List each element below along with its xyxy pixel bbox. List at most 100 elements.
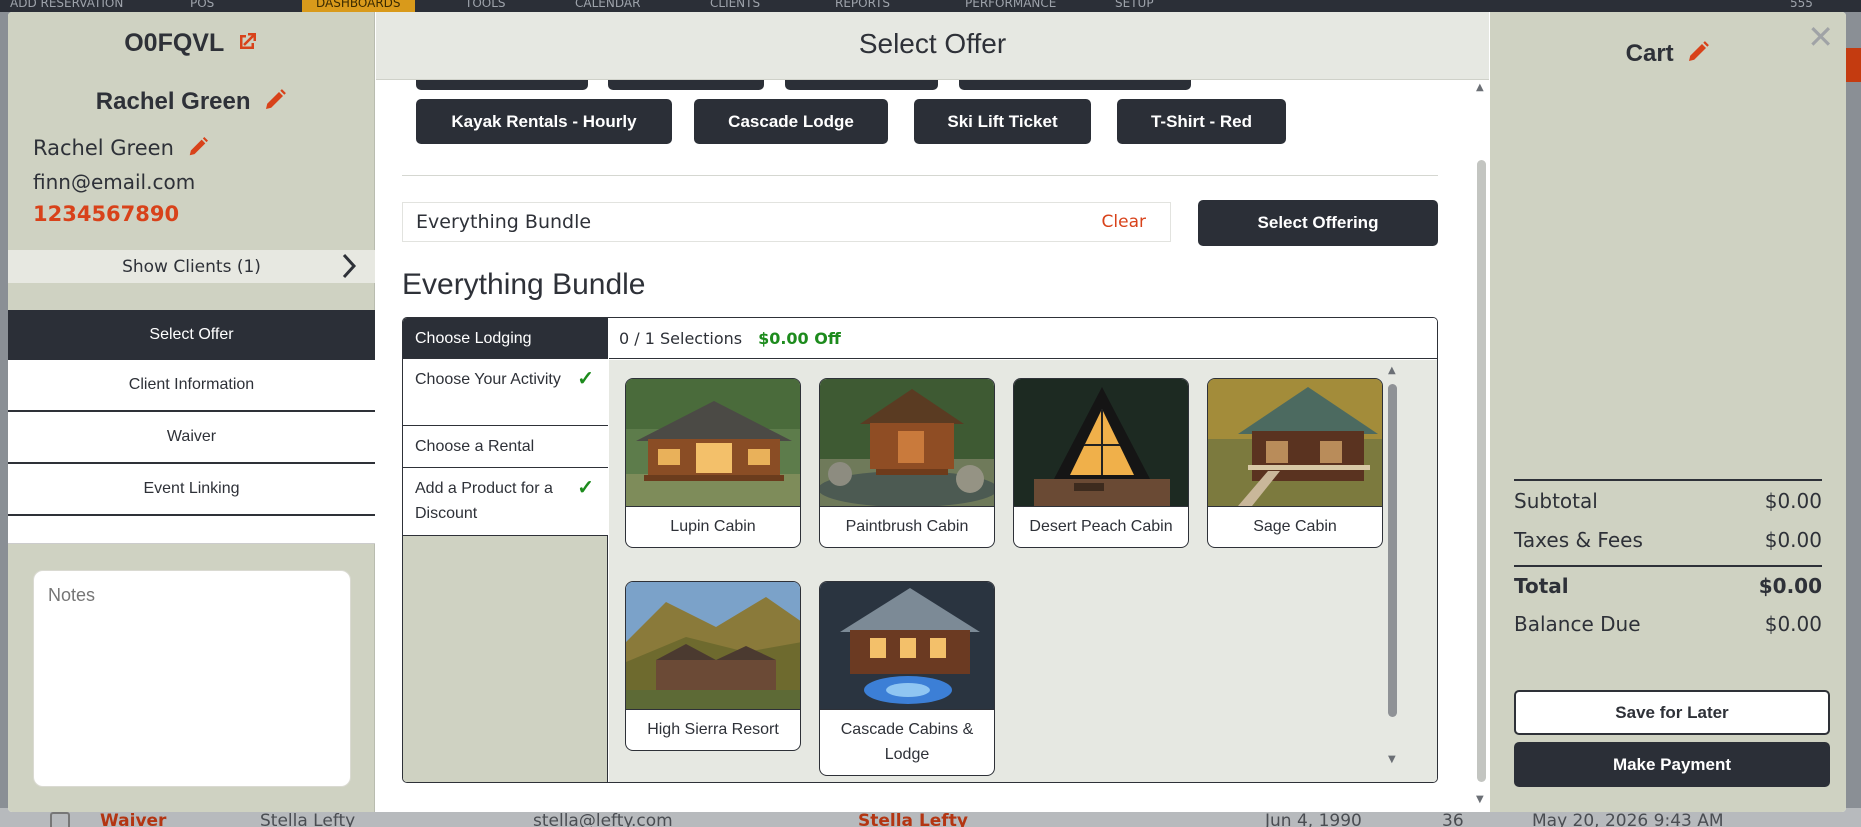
offer-chip-hidden[interactable] [959, 80, 1191, 90]
client-name-row: Rachel Green [33, 136, 209, 160]
grid-scrollbar[interactable] [1388, 384, 1397, 717]
nav-clients[interactable]: CLIENTS [710, 0, 760, 10]
step-choose-activity[interactable]: Choose Your Activity ✓ [403, 359, 608, 426]
row-linked[interactable]: Stella Lefty [858, 811, 968, 827]
step-choose-rental[interactable]: Choose a Rental [403, 426, 608, 468]
nav-setup[interactable]: SETUP [1115, 0, 1154, 10]
menu-select-offer[interactable]: Select Offer [8, 310, 375, 360]
cart-totals: Subtotal $0.00 Taxes & Fees $0.00 Total … [1514, 479, 1822, 643]
desert-peach-cabin-image [1014, 379, 1188, 506]
offer-chip-hidden[interactable] [608, 80, 764, 90]
menu-empty-row [8, 516, 375, 544]
menu-client-information[interactable]: Client Information [8, 360, 375, 412]
close-icon[interactable]: ✕ [1807, 18, 1834, 56]
client-email: finn@email.com [33, 170, 196, 194]
lodging-card-high-sierra[interactable]: High Sierra Resort [625, 581, 801, 751]
reservation-modal: O0FQVL Rachel Green Rachel Green finn@em… [8, 12, 1846, 812]
clear-search-link[interactable]: Clear [1102, 212, 1146, 232]
nav-tools[interactable]: TOOLS [465, 0, 506, 10]
lupin-cabin-image [626, 379, 800, 506]
offer-chip-kayak[interactable]: Kayak Rentals - Hourly [416, 99, 672, 144]
pencil-icon[interactable] [263, 88, 287, 115]
taxes-row: Taxes & Fees $0.00 [1514, 520, 1822, 559]
step-label: Choose a Rental [415, 438, 535, 455]
client-phone[interactable]: 1234567890 [33, 202, 179, 226]
client-display-name: Rachel Green [95, 88, 251, 115]
selection-count: 0 / 1 Selections [619, 328, 743, 348]
row-name: Stella Lefty [260, 811, 356, 827]
nav-reports[interactable]: REPORTS [835, 0, 890, 10]
nav-calendar[interactable]: CALENDAR [575, 0, 640, 10]
make-payment-button[interactable]: Make Payment [1514, 742, 1830, 787]
scroll-up-arrow[interactable]: ▲ [1476, 82, 1484, 93]
step-label: Choose Your Activity [415, 371, 561, 388]
left-panel: O0FQVL Rachel Green Rachel Green finn@em… [8, 12, 375, 812]
lodging-card-label: High Sierra Resort [626, 709, 800, 750]
offer-search-input[interactable] [416, 211, 1056, 233]
total-value: $0.00 [1758, 573, 1822, 598]
bundle-title: Everything Bundle [402, 268, 646, 301]
sage-cabin-image [1208, 379, 1382, 506]
offer-chip-hidden[interactable] [785, 80, 938, 90]
select-offering-button[interactable]: Select Offering [1198, 200, 1438, 246]
grid-scroll-up-arrow[interactable]: ▲ [1388, 365, 1396, 376]
menu-waiver[interactable]: Waiver [8, 412, 375, 464]
lodging-card-sage[interactable]: Sage Cabin [1207, 378, 1383, 548]
scroll-down-arrow[interactable]: ▼ [1476, 794, 1484, 805]
show-clients-label: Show Clients (1) [122, 256, 261, 277]
offer-chip-tshirt[interactable]: T-Shirt - Red [1117, 99, 1286, 144]
external-link-icon[interactable] [235, 30, 259, 57]
menu-event-linking[interactable]: Event Linking [8, 464, 375, 516]
lodging-card-label: Cascade Cabins & Lodge [820, 709, 994, 775]
nav-add-reservation[interactable]: ADD RESERVATION [10, 0, 123, 10]
offer-search-field[interactable]: Clear [402, 202, 1171, 242]
row-age: 36 [1442, 811, 1464, 827]
check-icon: ✓ [577, 477, 594, 499]
discount-amount: $0.00 Off [758, 328, 841, 348]
bundle-selection-summary: 0 / 1 Selections $0.00 Off [609, 318, 1437, 359]
bundle-steps: Choose Lodging Choose Your Activity ✓ Ch… [403, 318, 608, 782]
nav-dashboards[interactable]: DASHBOARDS [302, 0, 415, 12]
grid-scroll-down-arrow[interactable]: ▼ [1388, 754, 1396, 765]
lodging-card-cascade-cabins[interactable]: Cascade Cabins & Lodge [819, 581, 995, 776]
subtotal-label: Subtotal [1514, 488, 1598, 513]
total-label: Total [1514, 573, 1569, 598]
center-scrollbar[interactable] [1477, 160, 1486, 782]
save-for-later-button[interactable]: Save for Later [1514, 690, 1830, 735]
divider [402, 175, 1438, 176]
reservation-code-heading: O0FQVL [8, 29, 375, 58]
row-date: May 20, 2026 9:43 AM [1532, 811, 1724, 827]
step-choose-lodging[interactable]: Choose Lodging [403, 318, 608, 359]
page-title: Select Offer [376, 12, 1489, 80]
background-top-nav: ADD RESERVATION POS DASHBOARDS TOOLS CAL… [0, 0, 1861, 12]
pencil-icon[interactable] [187, 136, 209, 160]
offer-chip-hidden[interactable] [416, 80, 588, 90]
row-checkbox[interactable] [50, 812, 70, 827]
lodging-card-label: Paintbrush Cabin [820, 506, 994, 547]
notes-textarea[interactable] [33, 570, 351, 787]
balance-value: $0.00 [1764, 611, 1822, 636]
nav-performance[interactable]: PERFORMANCE [965, 0, 1056, 10]
pencil-icon[interactable] [1686, 40, 1710, 67]
row-type: Waiver [100, 811, 167, 827]
center-panel: Select Offer Kayak Rentals - Hourly Casc… [376, 12, 1489, 812]
balance-row: Balance Due $0.00 [1514, 604, 1822, 643]
lodging-card-lupin[interactable]: Lupin Cabin [625, 378, 801, 548]
step-add-product[interactable]: Add a Product for a Discount ✓ [403, 468, 608, 536]
lodging-card-label: Sage Cabin [1208, 506, 1382, 547]
lodging-card-paintbrush[interactable]: Paintbrush Cabin [819, 378, 995, 548]
lodging-grid: Lupin Cabin Paintbrush Cabin Desert Peac… [609, 360, 1437, 782]
check-icon: ✓ [577, 368, 594, 390]
offer-chip-ski-lift[interactable]: Ski Lift Ticket [914, 99, 1091, 144]
cart-title: Cart [1625, 40, 1674, 67]
reservation-code: O0FQVL [124, 29, 224, 57]
lodging-card-desert-peach[interactable]: Desert Peach Cabin [1013, 378, 1189, 548]
high-sierra-resort-image [626, 582, 800, 709]
offer-chip-cascade-lodge[interactable]: Cascade Lodge [694, 99, 888, 144]
show-clients-toggle[interactable]: Show Clients (1) [8, 250, 375, 283]
paintbrush-cabin-image [820, 379, 994, 506]
cascade-cabins-lodge-image [820, 582, 994, 709]
nav-user-count[interactable]: 555 [1790, 0, 1813, 10]
cart-heading: Cart [1490, 40, 1846, 68]
nav-pos[interactable]: POS [190, 0, 214, 10]
